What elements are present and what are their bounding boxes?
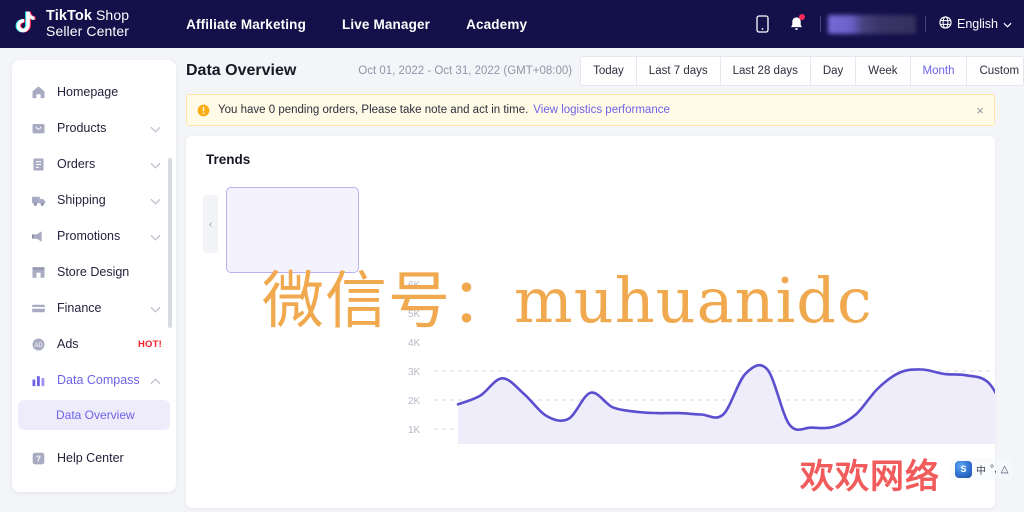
home-icon <box>30 84 47 101</box>
range-button-month[interactable]: Month <box>910 57 968 85</box>
sidebar-item-help-center[interactable]: ? Help Center <box>18 440 170 476</box>
chevron-down-icon <box>150 122 162 134</box>
brand-seller-center: Seller Center <box>46 23 130 40</box>
sidebar-item-ads[interactable]: AD Ads HOT! <box>18 326 170 362</box>
sidebar-item-label: Finance <box>57 301 102 315</box>
svg-text:?: ? <box>36 454 41 463</box>
nav-item-affiliate-marketing[interactable]: Affiliate Marketing <box>186 17 306 32</box>
top-navigation-bar: TikTok Shop Seller Center Affiliate Mark… <box>0 0 1024 48</box>
hot-badge: HOT! <box>137 338 162 350</box>
chart-area-fill <box>458 365 995 444</box>
sidebar-item-promotions[interactable]: Promotions <box>18 218 170 254</box>
page-title: Data Overview <box>186 62 297 79</box>
pending-orders-alert: You have 0 pending orders, Please take n… <box>186 94 995 126</box>
chevron-down-icon <box>150 230 162 242</box>
brand-tiktok: TikTok <box>46 8 92 25</box>
chevron-down-icon <box>1003 17 1012 31</box>
trends-title: Trends <box>206 152 251 167</box>
range-button-week[interactable]: Week <box>856 57 911 85</box>
sidebar-nav: Homepage Products Orders Shipping Promot… <box>12 74 176 476</box>
date-range-label: Oct 01, 2022 - Oct 31, 2022 (GMT+08:00) <box>358 65 573 77</box>
sidebar-item-label: Store Design <box>57 265 130 279</box>
trends-chart-svg <box>434 363 995 444</box>
sidebar-item-orders[interactable]: Orders <box>18 146 170 182</box>
range-button-day[interactable]: Day <box>810 57 857 85</box>
sidebar-item-label: Data Compass <box>57 373 140 387</box>
sidebar-scrollbar-thumb[interactable] <box>168 158 172 328</box>
sidebar-item-finance[interactable]: Finance <box>18 290 170 326</box>
app-root: TikTok Shop Seller Center Affiliate Mark… <box>0 0 1024 512</box>
alert-text: You have 0 pending orders, Please take n… <box>218 104 529 116</box>
nav-item-academy[interactable]: Academy <box>466 17 527 32</box>
trends-chart: 6K 5K 4K 3K 2K 1K <box>186 280 995 508</box>
box-icon <box>30 120 47 137</box>
range-button-custom[interactable]: Custom <box>967 57 1024 85</box>
sidebar-item-label: Shipping <box>57 193 106 207</box>
sidebar-item-data-compass[interactable]: Data Compass <box>18 362 170 398</box>
brand-text: TikTok Shop Seller Center <box>46 7 130 40</box>
range-button-today[interactable]: Today <box>581 57 637 85</box>
sidebar-item-label: Products <box>57 121 107 135</box>
sidebar-item-store-design[interactable]: Store Design <box>18 254 170 290</box>
brand-logo[interactable]: TikTok Shop Seller Center <box>14 7 130 40</box>
order-icon <box>30 156 47 173</box>
ads-icon: AD <box>30 336 47 353</box>
language-label: English <box>957 17 998 31</box>
sidebar-item-label: Homepage <box>57 85 119 99</box>
sidebar-item-homepage[interactable]: Homepage <box>18 74 170 110</box>
sidebar-item-label: Promotions <box>57 229 121 243</box>
sidebar: Homepage Products Orders Shipping Promot… <box>12 60 176 492</box>
divider <box>925 16 926 32</box>
range-button-last-28-days[interactable]: Last 28 days <box>720 57 811 85</box>
range-button-last-7-days[interactable]: Last 7 days <box>636 57 721 85</box>
language-selector[interactable]: English <box>933 16 1012 32</box>
bell-icon[interactable] <box>779 9 813 39</box>
card-icon <box>30 300 47 317</box>
user-name-redacted[interactable] <box>828 14 916 34</box>
mobile-icon[interactable] <box>745 9 779 39</box>
view-logistics-performance-link[interactable]: View logistics performance <box>533 104 670 116</box>
sidebar-subitem-data-overview[interactable]: Data Overview <box>18 400 170 430</box>
main-menu: Affiliate Marketing Live Manager Academy <box>186 17 527 32</box>
warning-icon <box>197 104 210 117</box>
bar-chart-icon <box>30 372 47 389</box>
sidebar-item-products[interactable]: Products <box>18 110 170 146</box>
globe-icon <box>939 16 952 32</box>
chevron-down-icon <box>150 302 162 314</box>
sidebar-item-label: Ads <box>57 337 79 351</box>
main-content: Data Overview Oct 01, 2022 - Oct 31, 202… <box>184 48 1024 512</box>
carousel-prev-button[interactable]: ‹ <box>203 195 218 253</box>
store-icon <box>30 264 47 281</box>
help-icon: ? <box>30 450 47 467</box>
nav-item-live-manager[interactable]: Live Manager <box>342 17 430 32</box>
sidebar-scrollbar-track[interactable] <box>168 68 174 484</box>
date-range-button-group: Today Last 7 days Last 28 days Day Week … <box>580 56 1024 86</box>
truck-icon <box>30 192 47 209</box>
svg-text:AD: AD <box>34 342 43 348</box>
close-icon[interactable]: × <box>976 104 984 117</box>
notification-badge-dot <box>799 14 805 20</box>
megaphone-icon <box>30 228 47 245</box>
chevron-up-icon <box>150 374 162 386</box>
sidebar-item-label: Help Center <box>57 451 124 465</box>
tiktok-note-icon <box>14 10 40 38</box>
divider <box>820 16 821 32</box>
chevron-down-icon <box>150 158 162 170</box>
sidebar-item-shipping[interactable]: Shipping <box>18 182 170 218</box>
sidebar-item-label: Orders <box>57 157 96 171</box>
trends-card: Trends ‹ 6K 5K 4K 3K 2K 1K <box>186 136 995 508</box>
metric-carousel: ‹ <box>186 181 995 273</box>
metric-card-selected[interactable] <box>226 187 359 273</box>
page-header: Data Overview Oct 01, 2022 - Oct 31, 202… <box>184 48 1024 94</box>
brand-shop: Shop <box>92 7 130 24</box>
sidebar-subitem-label: Data Overview <box>56 408 135 422</box>
chevron-down-icon <box>150 194 162 206</box>
top-right-actions: English <box>745 9 1024 39</box>
